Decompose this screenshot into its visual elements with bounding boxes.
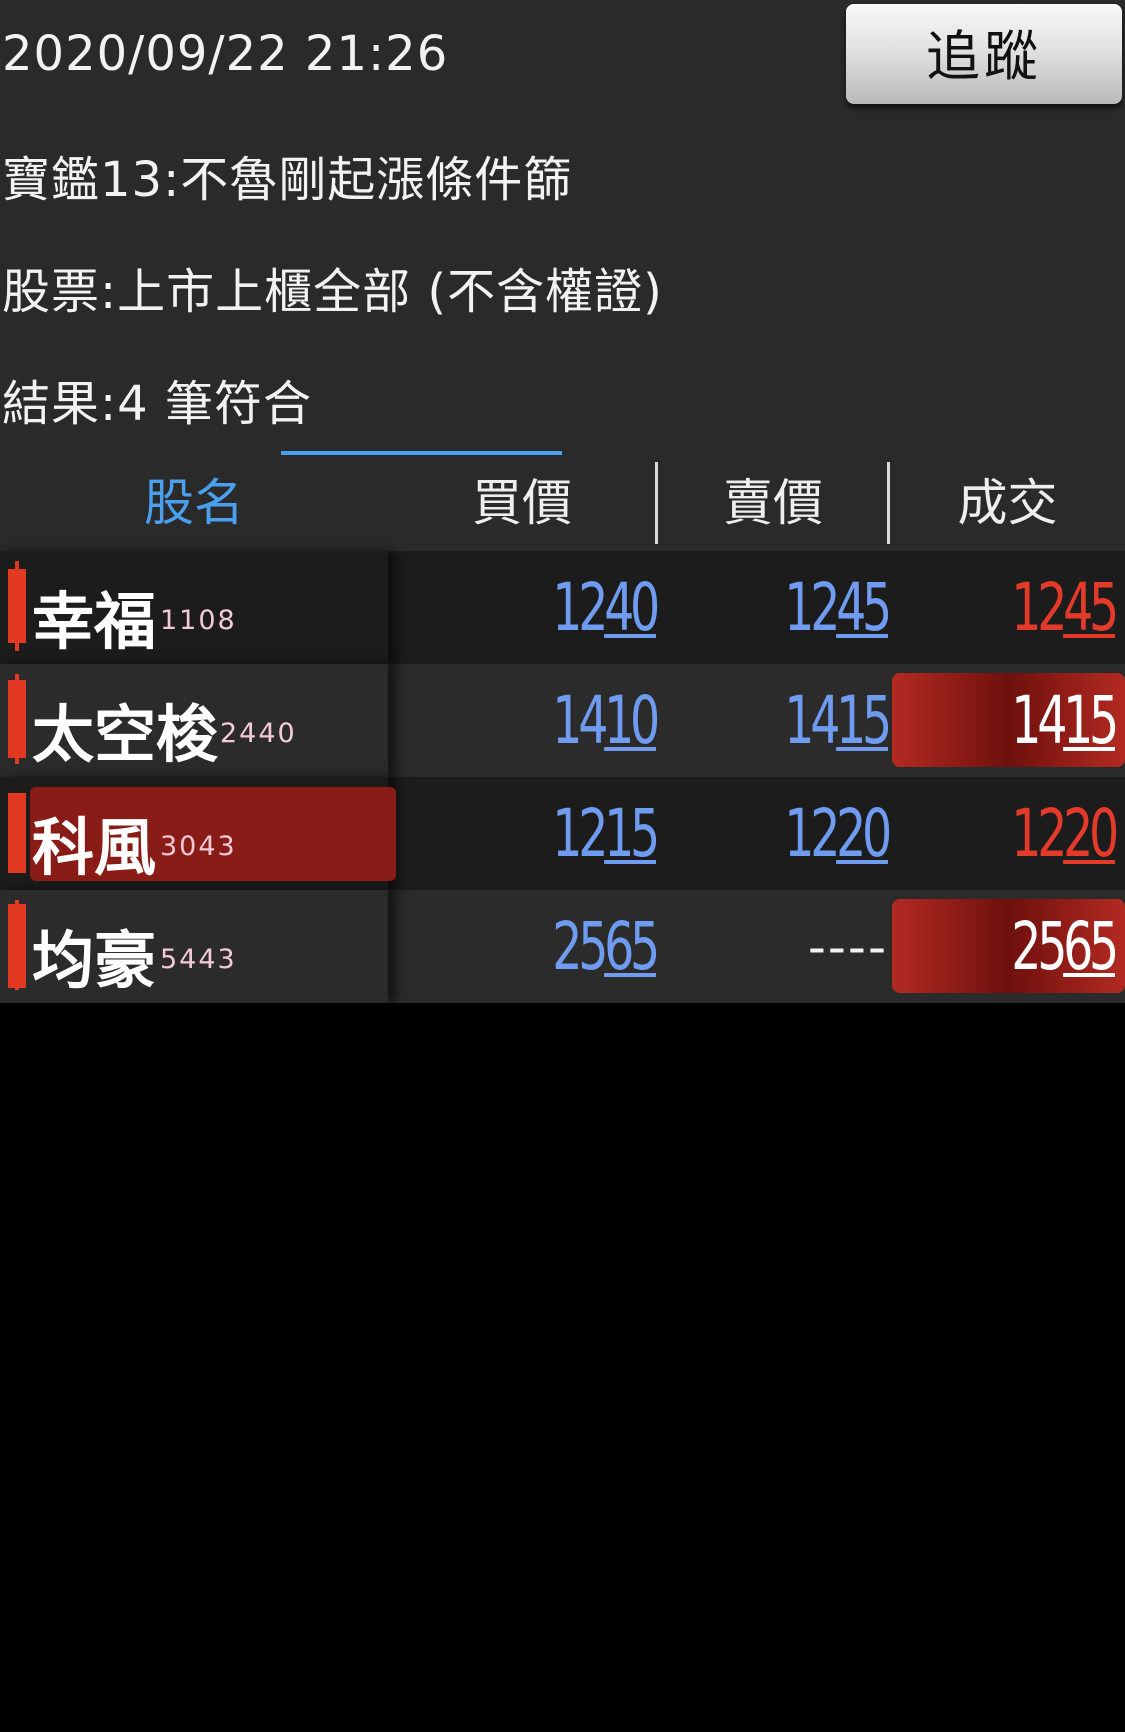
stock-name-cell[interactable]: 幸福 1108 <box>0 551 388 664</box>
column-header-bid[interactable]: 買價 <box>388 455 656 551</box>
candlestick-icon <box>8 674 26 764</box>
stock-name-box-highlighted: 科風 3043 <box>30 787 396 884</box>
stock-code: 3043 <box>160 831 237 862</box>
stock-name-cell[interactable]: 均豪 5443 <box>0 890 388 1003</box>
table-header: 股名 買價 賣價 成交 <box>0 455 1125 551</box>
last-price: 2565 <box>1011 908 1119 985</box>
stock-name-cell[interactable]: 太空梭 2440 <box>0 664 388 777</box>
strategy-title: 寶鑑13:不魯剛起漲條件篩 <box>2 152 573 208</box>
stock-name: 幸福 <box>32 585 157 658</box>
table-row[interactable]: 太空梭 2440 1410 1415 1415 <box>0 664 1125 777</box>
stock-name-cell[interactable]: 科風 3043 <box>0 777 396 890</box>
bid-price: 1240 <box>552 569 660 646</box>
result-count-label: 結果:4 筆符合 <box>2 376 312 432</box>
column-header-ask[interactable]: 賣價 <box>658 455 888 551</box>
stock-code: 5443 <box>160 944 237 975</box>
candlestick-icon <box>8 787 26 877</box>
column-header-last[interactable]: 成交 <box>890 455 1125 551</box>
ask-price: ---- <box>807 918 888 976</box>
scope-label: 股票:上市上櫃全部 (不含權證) <box>2 264 663 320</box>
stock-name-box: 均豪 5443 <box>30 900 235 997</box>
datetime-label: 2020/09/22 21:26 <box>2 26 449 82</box>
bid-price: 2565 <box>552 908 660 985</box>
table-row[interactable]: 均豪 5443 2565 ---- 2565 <box>0 890 1125 1003</box>
stock-name-box: 幸福 1108 <box>30 561 235 658</box>
stock-table: 幸福 1108 1240 1245 1245 太空梭 2440 1410 141… <box>0 551 1125 1003</box>
app-screen: 2020/09/22 21:26 寶鑑13:不魯剛起漲條件篩 股票:上市上櫃全部… <box>0 0 1125 1732</box>
table-row[interactable]: 科風 3043 1215 1220 1220 <box>0 777 1125 890</box>
last-price: 1245 <box>1011 569 1119 646</box>
column-header-name[interactable]: 股名 <box>0 455 388 551</box>
ask-price: 1245 <box>784 569 892 646</box>
screen-info-panel: 2020/09/22 21:26 寶鑑13:不魯剛起漲條件篩 股票:上市上櫃全部… <box>0 0 1125 455</box>
bid-price: 1215 <box>552 795 660 872</box>
stock-name-box: 太空梭 2440 <box>30 674 295 771</box>
table-row[interactable]: 幸福 1108 1240 1245 1245 <box>0 551 1125 664</box>
candlestick-icon <box>8 561 26 651</box>
last-price: 1415 <box>1011 682 1119 759</box>
stock-name: 太空梭 <box>32 698 219 771</box>
stock-name: 科風 <box>32 811 157 884</box>
stock-name: 均豪 <box>32 924 157 997</box>
stock-code: 2440 <box>220 718 297 749</box>
ask-price: 1415 <box>784 682 892 759</box>
last-price: 1220 <box>1011 795 1119 872</box>
candlestick-icon <box>8 900 26 990</box>
ask-price: 1220 <box>784 795 892 872</box>
track-button[interactable]: 追蹤 <box>846 4 1122 104</box>
bid-price: 1410 <box>552 682 660 759</box>
stock-code: 1108 <box>160 605 237 636</box>
